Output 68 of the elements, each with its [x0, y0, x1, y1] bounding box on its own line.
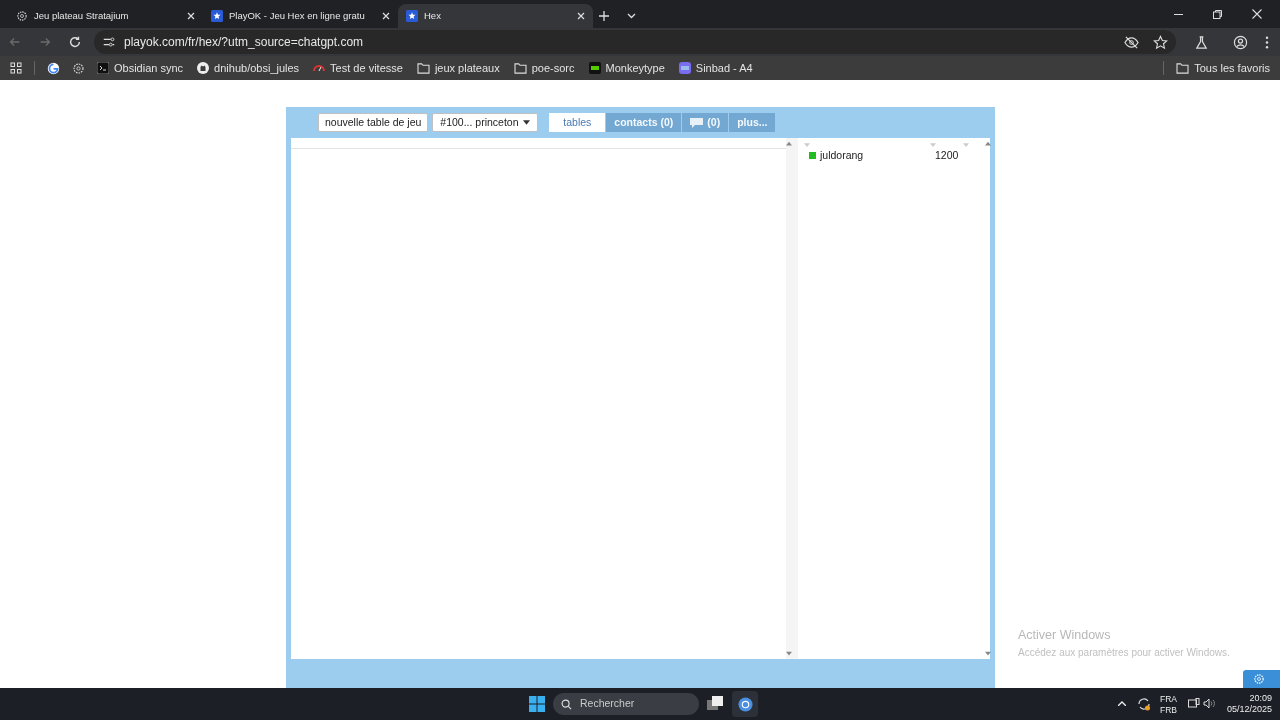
- close-icon[interactable]: [187, 12, 195, 20]
- restore-icon[interactable]: [1213, 9, 1222, 19]
- search-icon: [561, 698, 572, 710]
- reload-icon[interactable]: [68, 35, 82, 49]
- scroll-up-icon[interactable]: [786, 141, 792, 146]
- address-bar[interactable]: playok.com/fr/hex/?utm_source=chatgpt.com: [94, 30, 1176, 54]
- gear-icon[interactable]: [72, 61, 85, 75]
- browser-tab[interactable]: PlayOK - Jeu Hex en ligne gratu: [203, 4, 398, 28]
- bookmark-link[interactable]: Obsidian sync: [114, 59, 184, 77]
- flask-icon[interactable]: [1194, 34, 1209, 50]
- minimize-icon[interactable]: [1174, 13, 1183, 15]
- speaker-icon[interactable]: [1203, 698, 1215, 709]
- taskbar-search-field[interactable]: Rechercher: [553, 693, 699, 715]
- all-bookmarks-link[interactable]: Tous les favoris: [1194, 59, 1270, 77]
- browser-tab[interactable]: Jeu plateau Stratajium: [8, 4, 203, 28]
- profile-icon[interactable]: [1233, 34, 1248, 50]
- bookmark-link[interactable]: dnihub/obsi_jules: [214, 59, 300, 77]
- app-icon: [678, 62, 691, 74]
- tab-search-caret-icon[interactable]: [627, 13, 636, 19]
- new-tab-icon[interactable]: [599, 11, 609, 21]
- chat-bubble-icon: [690, 117, 704, 128]
- star-icon[interactable]: [1153, 34, 1168, 50]
- clock-date[interactable]: 05/12/2025: [1226, 704, 1272, 715]
- close-window-icon[interactable]: [1252, 9, 1262, 19]
- close-icon[interactable]: [577, 12, 585, 20]
- close-icon[interactable]: [382, 12, 390, 20]
- url-text: playok.com/fr/hex/?utm_source=chatgpt.com: [124, 34, 365, 51]
- scrollbar[interactable]: [786, 138, 798, 659]
- player-name[interactable]: juldorang: [820, 147, 935, 164]
- bookmark-link[interactable]: Sinbad - A4: [695, 59, 753, 77]
- star-icon: [406, 10, 418, 22]
- gear-icon: [16, 10, 28, 22]
- gauge-icon: [313, 62, 326, 74]
- folder-icon: [416, 62, 430, 74]
- scroll-down-icon[interactable]: [984, 651, 991, 656]
- bookmark-link[interactable]: poe-sorc: [531, 59, 575, 77]
- folder-icon: [1176, 62, 1190, 74]
- new-table-button[interactable]: nouvelle table de jeu: [318, 113, 429, 132]
- terminal-icon: [97, 62, 109, 74]
- windows-start-icon[interactable]: [529, 696, 545, 712]
- player-rating: 1200: [935, 147, 959, 163]
- bookmark-link[interactable]: Test de vitesse: [330, 59, 403, 77]
- clock-time[interactable]: 20:09: [1249, 693, 1272, 704]
- apps-grid-icon[interactable]: [10, 62, 22, 74]
- chrome-taskbar-icon[interactable]: [732, 691, 758, 717]
- bookmark-link[interactable]: Monkeytype: [605, 59, 665, 77]
- browser-tab[interactable]: Hex: [398, 4, 593, 28]
- room-select[interactable]: #100... princeton: [432, 113, 539, 132]
- chevron-up-icon[interactable]: [1118, 701, 1126, 706]
- star-icon: [211, 10, 223, 22]
- dropdown-caret-icon: [523, 120, 531, 125]
- keyboard-layout-code[interactable]: FRB: [1160, 705, 1177, 716]
- keyboard-icon: [588, 62, 601, 74]
- site-settings-icon: [102, 35, 116, 49]
- cat-silhouette-icon: [197, 62, 210, 74]
- eye-off-icon[interactable]: [1124, 34, 1139, 50]
- game-tab[interactable]: tables: [549, 113, 606, 132]
- scroll-up-icon[interactable]: [984, 141, 991, 146]
- google-icon[interactable]: [47, 61, 60, 75]
- activation-title: Activer Windows: [1018, 627, 1112, 644]
- network-icon[interactable]: [1188, 698, 1200, 710]
- settings-icon: [1253, 673, 1265, 685]
- bookmark-link[interactable]: jeux plateaux: [434, 59, 500, 77]
- language-code[interactable]: FRA: [1160, 694, 1177, 705]
- scroll-down-icon[interactable]: [786, 651, 792, 656]
- task-view-icon[interactable]: [707, 696, 724, 711]
- folder-icon: [513, 62, 527, 74]
- sync-icon[interactable]: [1137, 697, 1151, 711]
